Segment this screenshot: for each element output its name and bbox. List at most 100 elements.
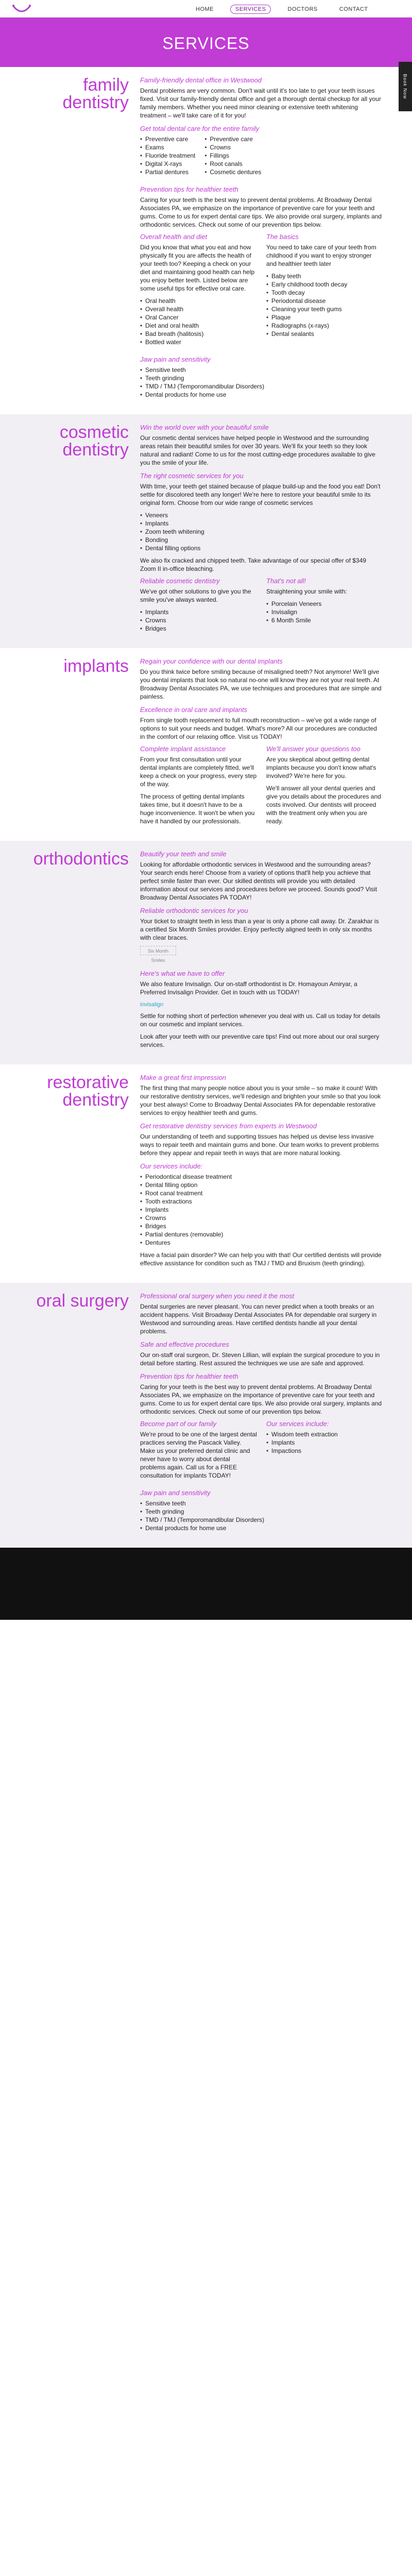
list-item: Fillings — [204, 151, 261, 160]
section-content: Regain your confidence with our dental i… — [140, 657, 383, 829]
section-content: Professional oral surgery when you need … — [140, 1292, 383, 1536]
paragraph: Straightening your smile with: — [266, 588, 347, 595]
list-item[interactable]: Oral health — [140, 297, 257, 305]
subheading: Reliable cosmetic dentistry — [140, 577, 220, 585]
paragraph: Look after your teeth with our preventiv… — [140, 1033, 380, 1048]
section-title: restorative dentistry — [0, 1074, 140, 1272]
footer — [0, 1548, 412, 1620]
col-family: Become part of our family We're proud to… — [140, 1420, 257, 1484]
col-health: Overall health and diet Did you know tha… — [140, 233, 257, 350]
list-item: Implants — [140, 1206, 383, 1214]
subheading: Overall health and diet — [140, 233, 208, 241]
care-list-right: Preventive care Crowns Fillings Root can… — [204, 135, 261, 176]
list-item[interactable]: Dental products for home use — [140, 391, 383, 399]
list-item: Dentures — [140, 1239, 383, 1247]
paragraph: We're proud to be one of the largest den… — [140, 1431, 257, 1479]
subheading: Jaw pain and sensitivity — [140, 1489, 211, 1497]
list-item: Preventive care — [140, 135, 195, 143]
paragraph: Dental surgeries are never pleasant. You… — [140, 1303, 377, 1335]
nav-home[interactable]: HOME — [191, 5, 219, 14]
paragraph: Did you know that what you eat and how p… — [140, 244, 255, 292]
nav-contact[interactable]: CONTACT — [334, 5, 373, 14]
nav-services[interactable]: SERVICES — [230, 5, 271, 14]
list-item[interactable]: Dental sealants — [266, 330, 383, 338]
list-item[interactable]: TMD / TMJ (Temporomandibular Disorders) — [140, 382, 383, 391]
subheading: Safe and effective procedures — [140, 1341, 229, 1348]
paragraph: The process of getting dental implants t… — [140, 793, 255, 825]
list-item[interactable]: Bottled water — [140, 338, 257, 346]
two-col-list: Preventive care Exams Fluoride treatment… — [140, 135, 383, 180]
section-title-line1: family — [83, 75, 129, 95]
list-item: Bridges — [140, 624, 257, 633]
paragraph: Our on-staff oral surgeon, Dr. Steven Li… — [140, 1351, 380, 1367]
list-item[interactable]: Dental products for home use — [140, 1524, 383, 1532]
list-item: Tooth extractions — [140, 1197, 383, 1206]
list-item[interactable]: Sensitive teeth — [140, 366, 383, 374]
list-item: Exams — [140, 143, 195, 151]
col-services: Our services include: Wisdom teeth extra… — [266, 1420, 383, 1484]
section-restorative-dentistry: restorative dentistry Make a great first… — [0, 1064, 412, 1283]
section-content: Win the world over with your beautiful s… — [140, 423, 383, 637]
subheading: Here's what we have to offer — [140, 970, 225, 977]
section-title-line1: orthodontics — [33, 849, 129, 869]
logo-smile-icon[interactable] — [11, 3, 32, 14]
list-item: Partial dentures (removable) — [140, 1230, 383, 1239]
section-title-line1: implants — [63, 656, 129, 676]
list-item[interactable]: Bad breath (halitosis) — [140, 330, 257, 338]
paragraph: Are you skeptical about getting dental i… — [266, 756, 376, 779]
nav-doctors[interactable]: DOCTORS — [282, 5, 322, 14]
two-col-block: Overall health and diet Did you know tha… — [140, 233, 383, 350]
section-orthodontics: orthodontics Beautify your teeth and smi… — [0, 841, 412, 1064]
col-questions: We'll answer your questions too Are you … — [266, 745, 383, 829]
list-item: Implants — [140, 519, 383, 528]
section-title-line1: restorative — [47, 1073, 129, 1092]
section-title: cosmetic dentistry — [0, 423, 140, 637]
paragraph: The first thing that many people notice … — [140, 1084, 381, 1116]
subheading: The right cosmetic services for you — [140, 472, 244, 480]
paragraph: Settle for nothing short of perfection w… — [140, 1012, 381, 1028]
section-content: Make a great first impression The first … — [140, 1074, 383, 1272]
paragraph: We also fix cracked and chipped teeth. T… — [140, 557, 366, 572]
col-basics: The basics You need to take care of your… — [266, 233, 383, 350]
list-item[interactable]: Plaque — [266, 313, 383, 321]
section-family-dentistry: family dentistry Family-friendly dental … — [0, 67, 412, 414]
subheading: Prevention tips for healthier teeth — [140, 1372, 238, 1380]
col-thats-not-all: That's not all! Straightening your smile… — [266, 577, 383, 637]
list-item[interactable]: TMD / TMJ (Temporomandibular Disorders) — [140, 1516, 383, 1524]
subheading: Win the world over with your beautiful s… — [140, 423, 269, 431]
list-item[interactable]: Diet and oral health — [140, 321, 257, 330]
paragraph: Caring for your teeth is the best way to… — [140, 1383, 382, 1415]
list-item[interactable]: Baby teeth — [266, 272, 383, 280]
jaw-list: Sensitive teeth Teeth grinding TMD / TMJ… — [140, 1499, 383, 1532]
section-title-line1: oral surgery — [36, 1291, 129, 1311]
list-item: Dental filling options — [140, 544, 383, 552]
list-item[interactable]: Oral Cancer — [140, 313, 257, 321]
paragraph: Your ticket to straight teeth in less th… — [140, 918, 379, 941]
section-cosmetic-dentistry: cosmetic dentistry Win the world over wi… — [0, 414, 412, 648]
list-item[interactable]: Teeth grinding — [140, 374, 383, 382]
list-item[interactable]: Sensitive teeth — [140, 1499, 383, 1507]
list-item[interactable]: Early childhood tooth decay — [266, 280, 383, 289]
subheading: Excellence in oral care and implants — [140, 706, 248, 714]
list-item[interactable]: Teeth grinding — [140, 1507, 383, 1516]
cosmetic-list: Veneers Implants Zoom teeth whitening Bo… — [140, 511, 383, 552]
paragraph: Dental problems are very common. Don't w… — [140, 87, 381, 119]
col-reliable: Reliable cosmetic dentistry We've got ot… — [140, 577, 257, 637]
invisalign-logo: invisalign — [140, 1002, 164, 1008]
list-item[interactable]: Overall health — [140, 305, 257, 313]
paragraph: You need to take care of your teeth from… — [266, 244, 376, 267]
list-item[interactable]: Tooth decay — [266, 289, 383, 297]
page-title: SERVICES — [162, 34, 250, 53]
list-item[interactable]: Periodontal disease — [266, 297, 383, 305]
section-title-line2: dentistry — [62, 1090, 129, 1110]
book-now-tab[interactable]: Book Now — [399, 62, 412, 111]
list-item: Dental filling option — [140, 1181, 383, 1189]
paragraph: Caring for your teeth is the best way to… — [140, 196, 382, 228]
list-item[interactable]: Radiographs (x-rays) — [266, 321, 383, 330]
section-title: orthodontics — [0, 850, 140, 1053]
list-item[interactable]: Cleaning your teeth gums — [266, 305, 383, 313]
subheading: We'll answer your questions too — [266, 745, 360, 753]
list-item: Periodontical disease treatment — [140, 1173, 383, 1181]
list-item: Bonding — [140, 536, 383, 544]
list-item: Bridges — [140, 1222, 383, 1230]
